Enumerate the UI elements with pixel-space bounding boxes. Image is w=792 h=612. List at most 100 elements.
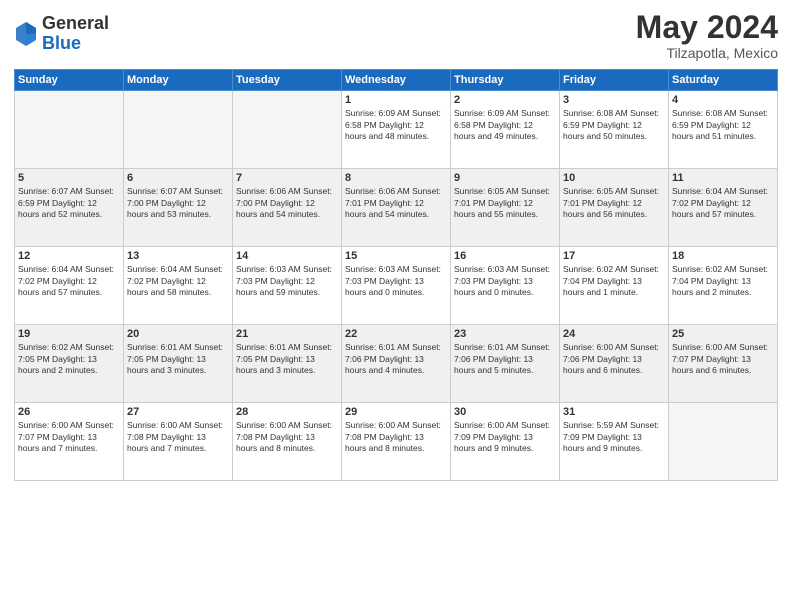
day-info: Sunrise: 5:59 AM Sunset: 7:09 PM Dayligh… — [563, 420, 665, 454]
day-info: Sunrise: 6:07 AM Sunset: 7:00 PM Dayligh… — [127, 186, 229, 220]
table-row: 25 Sunrise: 6:00 AM Sunset: 7:07 PM Dayli… — [669, 325, 778, 403]
table-row: 5 Sunrise: 6:07 AM Sunset: 6:59 PM Daylig… — [15, 169, 124, 247]
col-sunday: Sunday — [15, 70, 124, 91]
table-row: 17Sunrise: 6:02 AM Sunset: 7:04 PM Dayli… — [560, 247, 669, 325]
day-info: Sunrise: 6:00 AM Sunset: 7:08 PM Dayligh… — [127, 420, 229, 454]
table-row — [669, 403, 778, 481]
day-number: 12 — [18, 250, 120, 262]
table-row: 1 Sunrise: 6:09 AM Sunset: 6:58 PM Daylig… — [342, 91, 451, 169]
day-number: 3 — [563, 94, 665, 106]
table-row: 22 Sunrise: 6:01 AM Sunset: 7:06 PM Dayli… — [342, 325, 451, 403]
day-number: 23 — [454, 328, 556, 340]
day-number: 27 — [127, 406, 229, 418]
day-info: Sunrise: 6:06 AM Sunset: 7:00 PM Dayligh… — [236, 186, 338, 220]
logo-icon — [14, 20, 38, 48]
day-number: 6 — [127, 172, 229, 184]
day-info: Sunrise: 6:00 AM Sunset: 7:06 PM Dayligh… — [563, 342, 665, 376]
day-info: Sunrise: 6:01 AM Sunset: 7:05 PM Dayligh… — [236, 342, 338, 376]
day-info: Sunrise: 6:03 AM Sunset: 7:03 PM Dayligh… — [236, 264, 338, 298]
table-row: 19 Sunrise: 6:02 AM Sunset: 7:05 PM Dayli… — [15, 325, 124, 403]
day-info: Sunrise: 6:00 AM Sunset: 7:08 PM Dayligh… — [345, 420, 447, 454]
day-number: 13 — [127, 250, 229, 262]
day-number: 2 — [454, 94, 556, 106]
table-row: 10 Sunrise: 6:05 AM Sunset: 7:01 PM Dayli… — [560, 169, 669, 247]
table-row: 14Sunrise: 6:03 AM Sunset: 7:03 PM Dayli… — [233, 247, 342, 325]
col-tuesday: Tuesday — [233, 70, 342, 91]
day-info: Sunrise: 6:05 AM Sunset: 7:01 PM Dayligh… — [454, 186, 556, 220]
day-number: 4 — [672, 94, 774, 106]
table-row: 6 Sunrise: 6:07 AM Sunset: 7:00 PM Daylig… — [124, 169, 233, 247]
day-number: 18 — [672, 250, 774, 262]
table-row: 8Sunrise: 6:06 AM Sunset: 7:01 PM Daylig… — [342, 169, 451, 247]
calendar-week-row: 26 Sunrise: 6:00 AM Sunset: 7:07 PM Dayli… — [15, 403, 778, 481]
location: Tilzapotla, Mexico — [636, 45, 778, 61]
table-row: 4 Sunrise: 6:08 AM Sunset: 6:59 PM Daylig… — [669, 91, 778, 169]
day-number: 1 — [345, 94, 447, 106]
day-number: 16 — [454, 250, 556, 262]
header: General Blue May 2024 Tilzapotla, Mexico — [14, 10, 778, 61]
table-row: 26 Sunrise: 6:00 AM Sunset: 7:07 PM Dayli… — [15, 403, 124, 481]
calendar-week-row: 19 Sunrise: 6:02 AM Sunset: 7:05 PM Dayli… — [15, 325, 778, 403]
table-row: 18 Sunrise: 6:02 AM Sunset: 7:04 PM Dayli… — [669, 247, 778, 325]
logo-general-text: General — [42, 14, 109, 34]
day-info: Sunrise: 6:03 AM Sunset: 7:03 PM Dayligh… — [345, 264, 447, 298]
table-row: 31Sunrise: 5:59 AM Sunset: 7:09 PM Dayli… — [560, 403, 669, 481]
table-row: 2 Sunrise: 6:09 AM Sunset: 6:58 PM Daylig… — [451, 91, 560, 169]
table-row — [233, 91, 342, 169]
day-info: Sunrise: 6:02 AM Sunset: 7:05 PM Dayligh… — [18, 342, 120, 376]
day-number: 7 — [236, 172, 338, 184]
title-area: May 2024 Tilzapotla, Mexico — [636, 10, 778, 61]
day-info: Sunrise: 6:09 AM Sunset: 6:58 PM Dayligh… — [454, 108, 556, 142]
day-info: Sunrise: 6:04 AM Sunset: 7:02 PM Dayligh… — [18, 264, 120, 298]
day-number: 10 — [563, 172, 665, 184]
calendar-table: Sunday Monday Tuesday Wednesday Thursday… — [14, 69, 778, 481]
day-info: Sunrise: 6:02 AM Sunset: 7:04 PM Dayligh… — [672, 264, 774, 298]
table-row: 30 Sunrise: 6:00 AM Sunset: 7:09 PM Dayli… — [451, 403, 560, 481]
day-info: Sunrise: 6:04 AM Sunset: 7:02 PM Dayligh… — [672, 186, 774, 220]
day-number: 25 — [672, 328, 774, 340]
day-info: Sunrise: 6:00 AM Sunset: 7:07 PM Dayligh… — [18, 420, 120, 454]
col-saturday: Saturday — [669, 70, 778, 91]
table-row: 29Sunrise: 6:00 AM Sunset: 7:08 PM Dayli… — [342, 403, 451, 481]
day-number: 21 — [236, 328, 338, 340]
table-row: 20Sunrise: 6:01 AM Sunset: 7:05 PM Dayli… — [124, 325, 233, 403]
day-info: Sunrise: 6:02 AM Sunset: 7:04 PM Dayligh… — [563, 264, 665, 298]
table-row: 16 Sunrise: 6:03 AM Sunset: 7:03 PM Dayli… — [451, 247, 560, 325]
calendar-header-row: Sunday Monday Tuesday Wednesday Thursday… — [15, 70, 778, 91]
day-info: Sunrise: 6:07 AM Sunset: 6:59 PM Dayligh… — [18, 186, 120, 220]
day-number: 24 — [563, 328, 665, 340]
day-number: 8 — [345, 172, 447, 184]
day-info: Sunrise: 6:00 AM Sunset: 7:07 PM Dayligh… — [672, 342, 774, 376]
table-row — [15, 91, 124, 169]
day-number: 20 — [127, 328, 229, 340]
col-friday: Friday — [560, 70, 669, 91]
calendar-week-row: 12 Sunrise: 6:04 AM Sunset: 7:02 PM Dayli… — [15, 247, 778, 325]
day-info: Sunrise: 6:09 AM Sunset: 6:58 PM Dayligh… — [345, 108, 447, 142]
table-row: 21 Sunrise: 6:01 AM Sunset: 7:05 PM Dayli… — [233, 325, 342, 403]
day-number: 22 — [345, 328, 447, 340]
table-row: 12 Sunrise: 6:04 AM Sunset: 7:02 PM Dayli… — [15, 247, 124, 325]
table-row: 15 Sunrise: 6:03 AM Sunset: 7:03 PM Dayli… — [342, 247, 451, 325]
day-number: 26 — [18, 406, 120, 418]
table-row — [124, 91, 233, 169]
day-number: 11 — [672, 172, 774, 184]
day-info: Sunrise: 6:04 AM Sunset: 7:02 PM Dayligh… — [127, 264, 229, 298]
day-number: 5 — [18, 172, 120, 184]
table-row: 24 Sunrise: 6:00 AM Sunset: 7:06 PM Dayli… — [560, 325, 669, 403]
day-number: 30 — [454, 406, 556, 418]
day-info: Sunrise: 6:00 AM Sunset: 7:09 PM Dayligh… — [454, 420, 556, 454]
calendar-week-row: 1 Sunrise: 6:09 AM Sunset: 6:58 PM Daylig… — [15, 91, 778, 169]
table-row: 27 Sunrise: 6:00 AM Sunset: 7:08 PM Dayli… — [124, 403, 233, 481]
day-info: Sunrise: 6:08 AM Sunset: 6:59 PM Dayligh… — [672, 108, 774, 142]
day-number: 15 — [345, 250, 447, 262]
col-monday: Monday — [124, 70, 233, 91]
logo-text: General Blue — [42, 14, 109, 54]
day-info: Sunrise: 6:05 AM Sunset: 7:01 PM Dayligh… — [563, 186, 665, 220]
calendar-week-row: 5 Sunrise: 6:07 AM Sunset: 6:59 PM Daylig… — [15, 169, 778, 247]
day-info: Sunrise: 6:01 AM Sunset: 7:06 PM Dayligh… — [454, 342, 556, 376]
day-number: 19 — [18, 328, 120, 340]
day-info: Sunrise: 6:01 AM Sunset: 7:06 PM Dayligh… — [345, 342, 447, 376]
table-row: 7 Sunrise: 6:06 AM Sunset: 7:00 PM Daylig… — [233, 169, 342, 247]
col-wednesday: Wednesday — [342, 70, 451, 91]
day-info: Sunrise: 6:03 AM Sunset: 7:03 PM Dayligh… — [454, 264, 556, 298]
